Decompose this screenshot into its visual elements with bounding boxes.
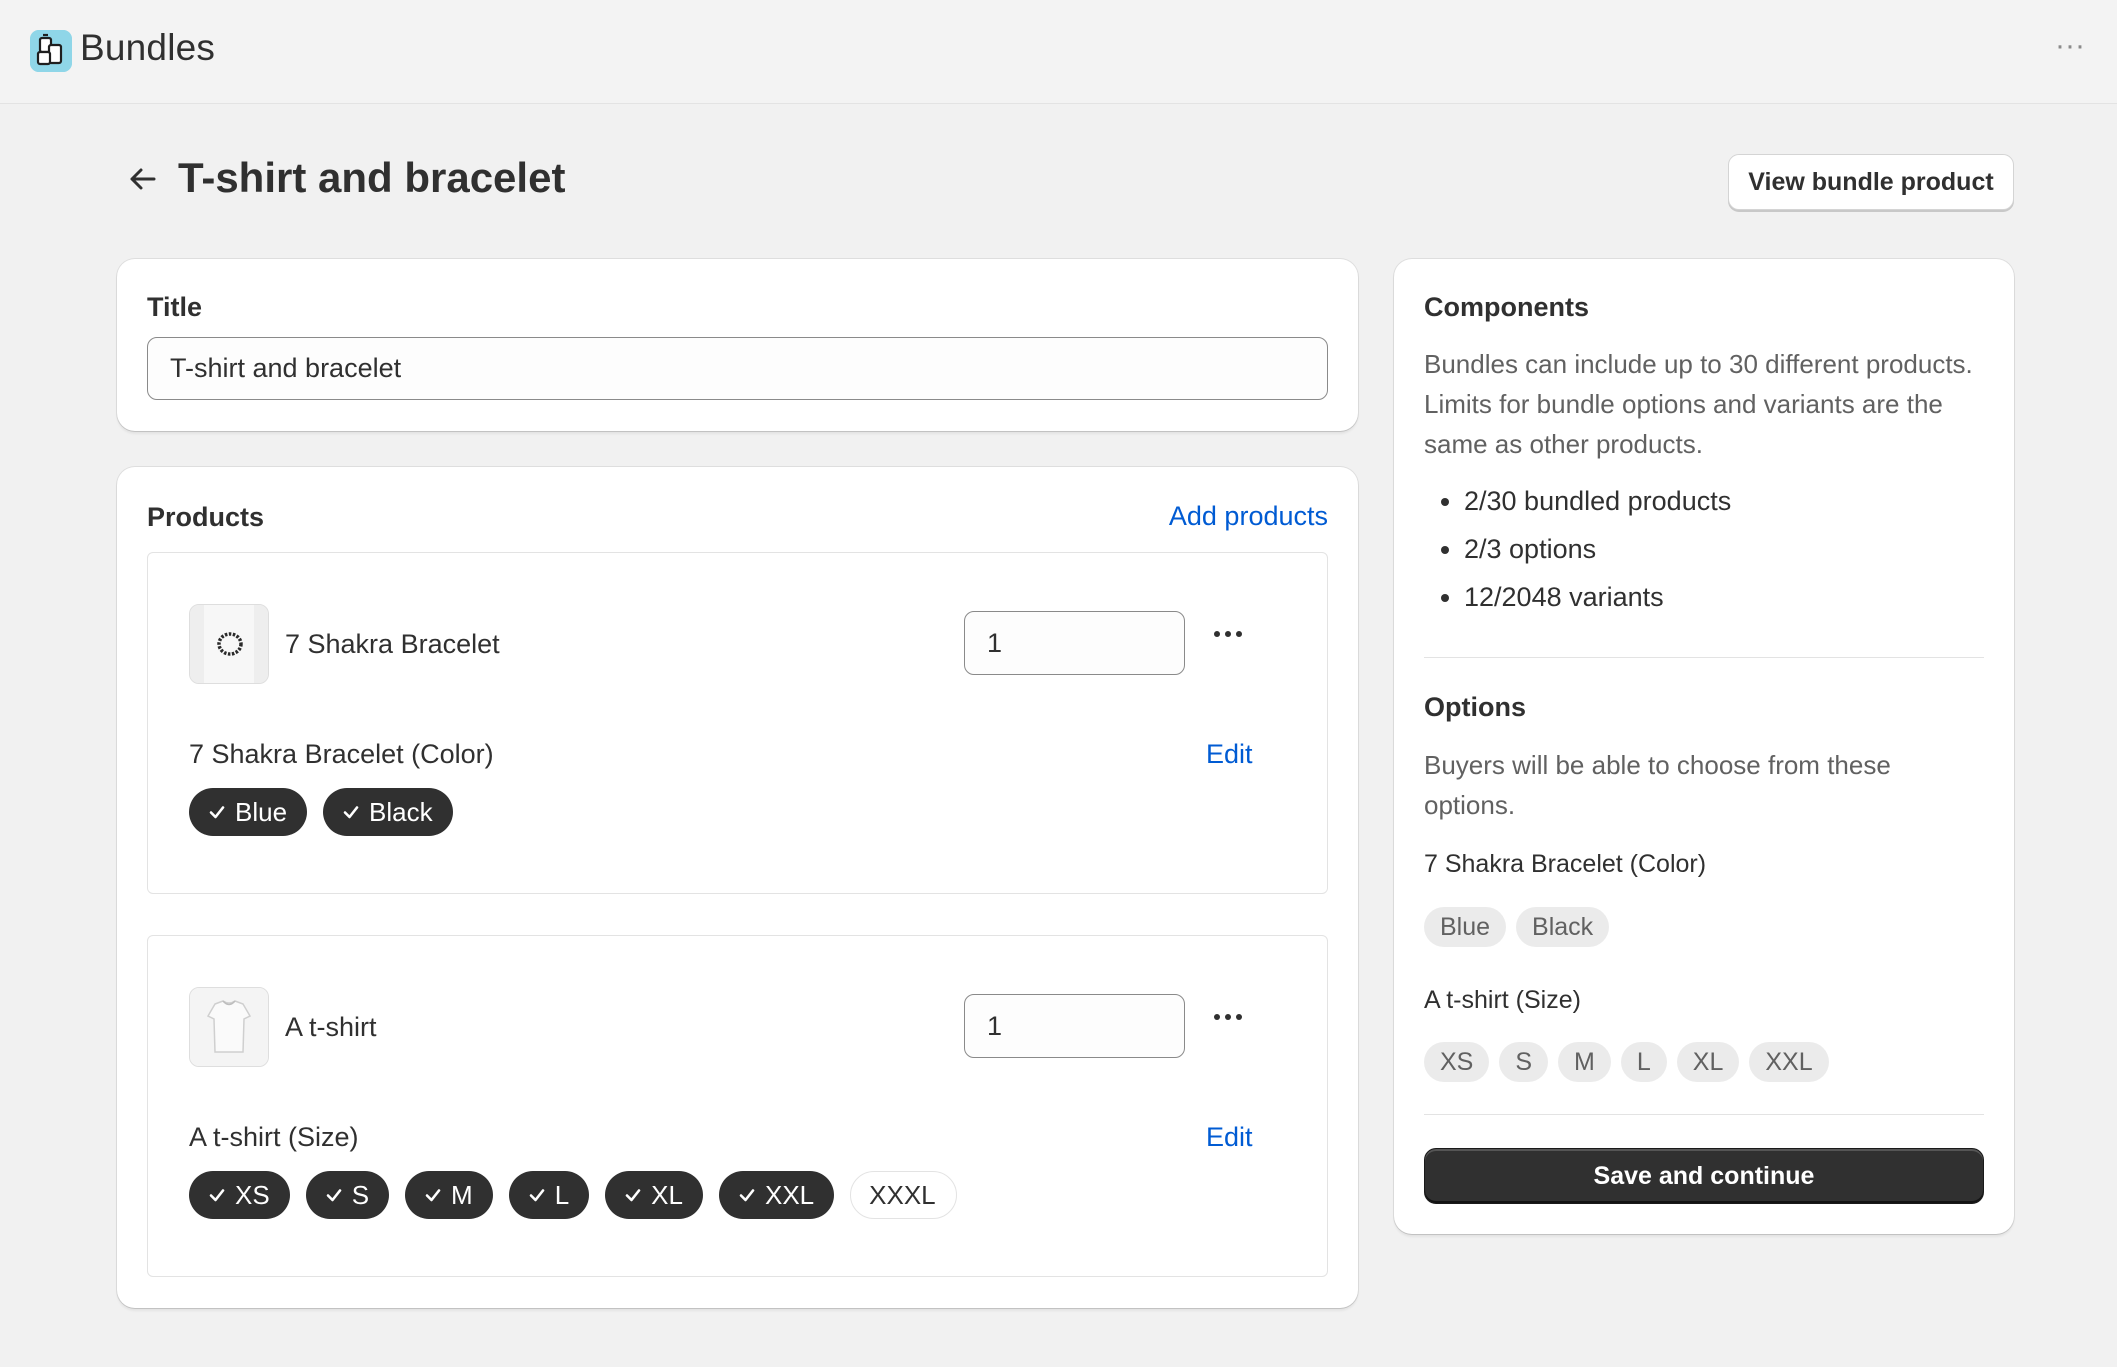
components-description: Bundles can include up to 30 different p…	[1424, 349, 1973, 459]
options-title: Options	[1424, 692, 1526, 722]
components-title: Components	[1424, 292, 1589, 322]
option-chip-label: Black	[369, 796, 433, 827]
view-bundle-product-button[interactable]: View bundle product	[1728, 154, 2014, 210]
title-card: Title	[117, 259, 1358, 431]
option-value-badge: XL	[1676, 1042, 1740, 1082]
ellipsis-icon[interactable]: ···	[2052, 31, 2088, 66]
option-group-values: Blue Black	[1424, 907, 1610, 947]
app-bar: Bundles ···	[0, 0, 2117, 104]
product-item: 7 Shakra Bracelet 7 Shakra Bracelet (Col…	[147, 552, 1328, 894]
product-item: A t-shirt A t-shirt (Size) Edit XS S M L	[147, 935, 1328, 1277]
limit-item: 12/2048 variants	[1464, 573, 1731, 621]
option-title: A t-shirt (Size)	[189, 1122, 359, 1152]
product-name: A t-shirt	[285, 1012, 377, 1042]
limit-item: 2/3 options	[1464, 525, 1731, 573]
option-group-label: 7 Shakra Bracelet (Color)	[1424, 850, 1707, 878]
option-values: XS S M L XL XXL XXXL	[189, 1171, 957, 1219]
checkmark-icon	[527, 1185, 547, 1205]
option-chip-label: S	[351, 1179, 370, 1210]
divider	[1424, 657, 1984, 658]
option-chip-label: L	[554, 1179, 570, 1210]
option-chip[interactable]: Blue	[189, 788, 308, 836]
checkmark-icon	[207, 1185, 227, 1205]
checkmark-icon	[341, 802, 361, 822]
quantity-input[interactable]	[964, 994, 1185, 1058]
option-title: 7 Shakra Bracelet (Color)	[189, 739, 494, 769]
edit-option-link[interactable]: Edit	[1206, 739, 1253, 770]
products-card: Products Add products 7 Shakra Bracelet …	[117, 467, 1358, 1308]
title-input[interactable]	[147, 337, 1328, 400]
option-chip-label: XXXL	[869, 1179, 936, 1210]
option-value-badge: Black	[1516, 907, 1610, 947]
bundles-app-icon	[30, 30, 72, 72]
option-chip[interactable]: Black	[323, 788, 453, 836]
bracelet-image	[189, 604, 269, 684]
option-value-badge: L	[1620, 1042, 1667, 1082]
components-card: Components Bundles can include up to 30 …	[1394, 259, 2014, 1234]
option-chip-label: M	[451, 1179, 473, 1210]
option-chip[interactable]: XL	[605, 1171, 703, 1219]
checkmark-icon	[423, 1185, 443, 1205]
option-chip-label: XL	[651, 1179, 683, 1210]
page-title: T-shirt and bracelet	[178, 154, 566, 201]
option-chip[interactable]: XS	[189, 1171, 290, 1219]
options-description: Buyers will be able to choose from these…	[1424, 750, 1891, 820]
option-value-badge: XS	[1424, 1042, 1490, 1082]
option-values: Blue Black	[189, 788, 453, 836]
checkmark-icon	[207, 802, 227, 822]
edit-option-link[interactable]: Edit	[1206, 1122, 1253, 1153]
option-chip[interactable]: L	[508, 1171, 590, 1219]
tshirt-image	[189, 987, 269, 1067]
option-chip[interactable]: XXL	[718, 1171, 835, 1219]
product-name: 7 Shakra Bracelet	[285, 629, 500, 659]
more-actions-icon[interactable]	[1208, 1002, 1248, 1032]
app-title: Bundles	[80, 27, 216, 68]
option-value-badge: Blue	[1424, 907, 1507, 947]
option-value-badge: S	[1499, 1042, 1549, 1082]
option-group-label: A t-shirt (Size)	[1424, 986, 1581, 1014]
arrow-left-icon[interactable]	[124, 160, 162, 198]
option-value-badge: XXL	[1749, 1042, 1829, 1082]
more-actions-icon[interactable]	[1208, 619, 1248, 649]
option-chip-label: Blue	[235, 796, 288, 827]
save-and-continue-button[interactable]: Save and continue	[1424, 1148, 1984, 1204]
option-group-values: XS S M L XL XXL	[1424, 1042, 1829, 1082]
option-chip[interactable]: M	[405, 1171, 493, 1219]
add-products-link[interactable]: Add products	[1169, 501, 1328, 532]
checkmark-icon	[737, 1185, 757, 1205]
limits-list: 2/30 bundled products 2/3 options 12/204…	[1464, 477, 1731, 621]
limit-item: 2/30 bundled products	[1464, 477, 1731, 525]
checkmark-icon	[324, 1185, 344, 1205]
quantity-input[interactable]	[964, 611, 1185, 675]
option-chip[interactable]: XXXL	[850, 1171, 957, 1219]
option-value-badge: M	[1558, 1042, 1611, 1082]
option-chip[interactable]: S	[305, 1171, 390, 1219]
products-label: Products	[147, 502, 265, 532]
option-chip-label: XXL	[764, 1179, 815, 1210]
divider	[1424, 1114, 1984, 1115]
title-label: Title	[147, 292, 203, 322]
option-chip-label: XS	[235, 1179, 270, 1210]
checkmark-icon	[623, 1185, 643, 1205]
